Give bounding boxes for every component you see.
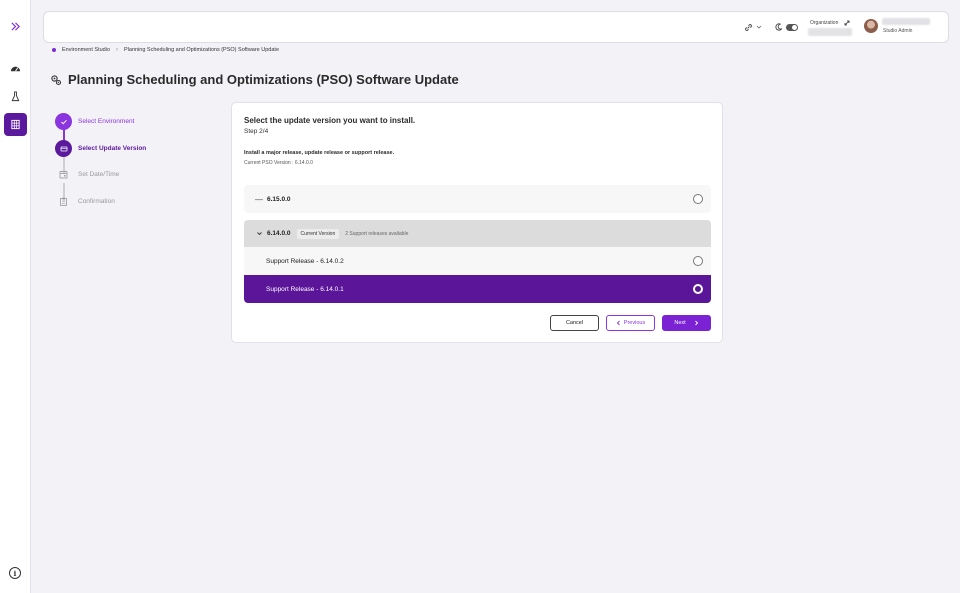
page-header: Planning Scheduling and Optimizations (P…: [50, 72, 459, 87]
version-row-6-15-0-0[interactable]: — 6.15.0.0: [244, 185, 711, 213]
chevron-down-icon[interactable]: [253, 230, 265, 237]
support-release-label: Support Release - 6.14.0.2: [266, 257, 344, 265]
page-title: Planning Scheduling and Optimizations (P…: [68, 72, 459, 87]
collapse-dash-icon[interactable]: —: [253, 195, 265, 204]
user-name: [882, 18, 930, 25]
moon-icon: [775, 23, 783, 31]
current-version-text: Current PSO Version : 6.14.0.0: [244, 160, 313, 166]
link-icon: [745, 23, 752, 31]
toggle-switch[interactable]: [786, 23, 798, 31]
breadcrumb-item[interactable]: Environment Studio: [62, 47, 110, 53]
breadcrumb-dot: [52, 48, 56, 52]
step-label: Select Update Version: [78, 145, 147, 152]
version-label: 6.15.0.0: [267, 195, 291, 203]
cancel-button-label: Cancel: [565, 320, 584, 326]
card-step-indicator: Step 2/4: [244, 128, 269, 135]
support-release-row-6-14-0-2[interactable]: Support Release - 6.14.0.2: [244, 247, 711, 275]
support-release-label: Support Release - 6.14.0.1: [266, 285, 344, 293]
clipboard-icon: [55, 193, 72, 210]
current-version-badge: Current Version: [296, 228, 340, 239]
breadcrumb: Environment Studio › Planning Scheduling…: [52, 47, 279, 53]
chevron-down-icon: [756, 25, 762, 29]
speed-gauge-icon[interactable]: [4, 57, 27, 80]
theme-toggle[interactable]: [775, 12, 798, 42]
step-label: Set Date/Time: [78, 171, 120, 178]
organization-value[interactable]: [808, 28, 852, 36]
organization-label: Organization: [810, 20, 839, 26]
step-set-date-time: Set Date/Time: [55, 166, 119, 183]
grid-table-icon[interactable]: [4, 113, 27, 136]
support-release-row-6-14-0-1[interactable]: Support Release - 6.14.0.1: [244, 275, 711, 303]
chevron-left-icon: [616, 320, 620, 326]
card-title: Select the update version you want to in…: [244, 116, 416, 125]
version-card-icon: [55, 140, 72, 157]
calendar-icon: [55, 166, 72, 183]
step-select-environment[interactable]: Select Environment: [55, 113, 134, 130]
step-select-update-version[interactable]: Select Update Version: [55, 140, 146, 157]
cancel-button[interactable]: Cancel: [550, 315, 599, 331]
breadcrumb-separator: ›: [116, 47, 118, 53]
top-bar: Organization Studio Admin: [43, 11, 949, 43]
step-confirmation: Confirmation: [55, 193, 115, 210]
support-release-radio-selected[interactable]: [693, 284, 703, 294]
gears-icon: [51, 74, 62, 85]
breadcrumb-item: Planning Scheduling and Optimizations (P…: [124, 47, 280, 53]
swap-icon[interactable]: [844, 20, 850, 26]
expand-chevrons-icon[interactable]: [4, 15, 27, 38]
previous-button[interactable]: Previous: [606, 315, 655, 331]
support-releases-note: 2 Support releases available: [345, 230, 409, 237]
user-role: Studio Admin: [883, 28, 913, 34]
version-label: 6.14.0.0: [267, 230, 291, 237]
card-description: Install a major release, update release …: [244, 150, 395, 156]
previous-button-label: Previous: [623, 320, 646, 326]
next-button-label: Next: [674, 320, 686, 326]
left-rail: i: [0, 0, 31, 593]
link-menu[interactable]: [744, 12, 762, 42]
version-row-6-14-0-0[interactable]: 6.14.0.0 Current Version 2 Support relea…: [244, 220, 711, 247]
flask-icon[interactable]: [4, 85, 27, 108]
info-icon[interactable]: i: [9, 567, 21, 579]
version-selection-card: Select the update version you want to in…: [231, 102, 723, 343]
support-release-radio[interactable]: [693, 256, 703, 266]
avatar[interactable]: [864, 19, 878, 33]
step-label: Select Environment: [78, 118, 135, 125]
chevron-right-icon: [694, 320, 698, 326]
step-label: Confirmation: [78, 198, 115, 205]
next-button[interactable]: Next: [662, 315, 711, 331]
check-icon: [55, 113, 72, 130]
version-radio[interactable]: [693, 194, 703, 204]
